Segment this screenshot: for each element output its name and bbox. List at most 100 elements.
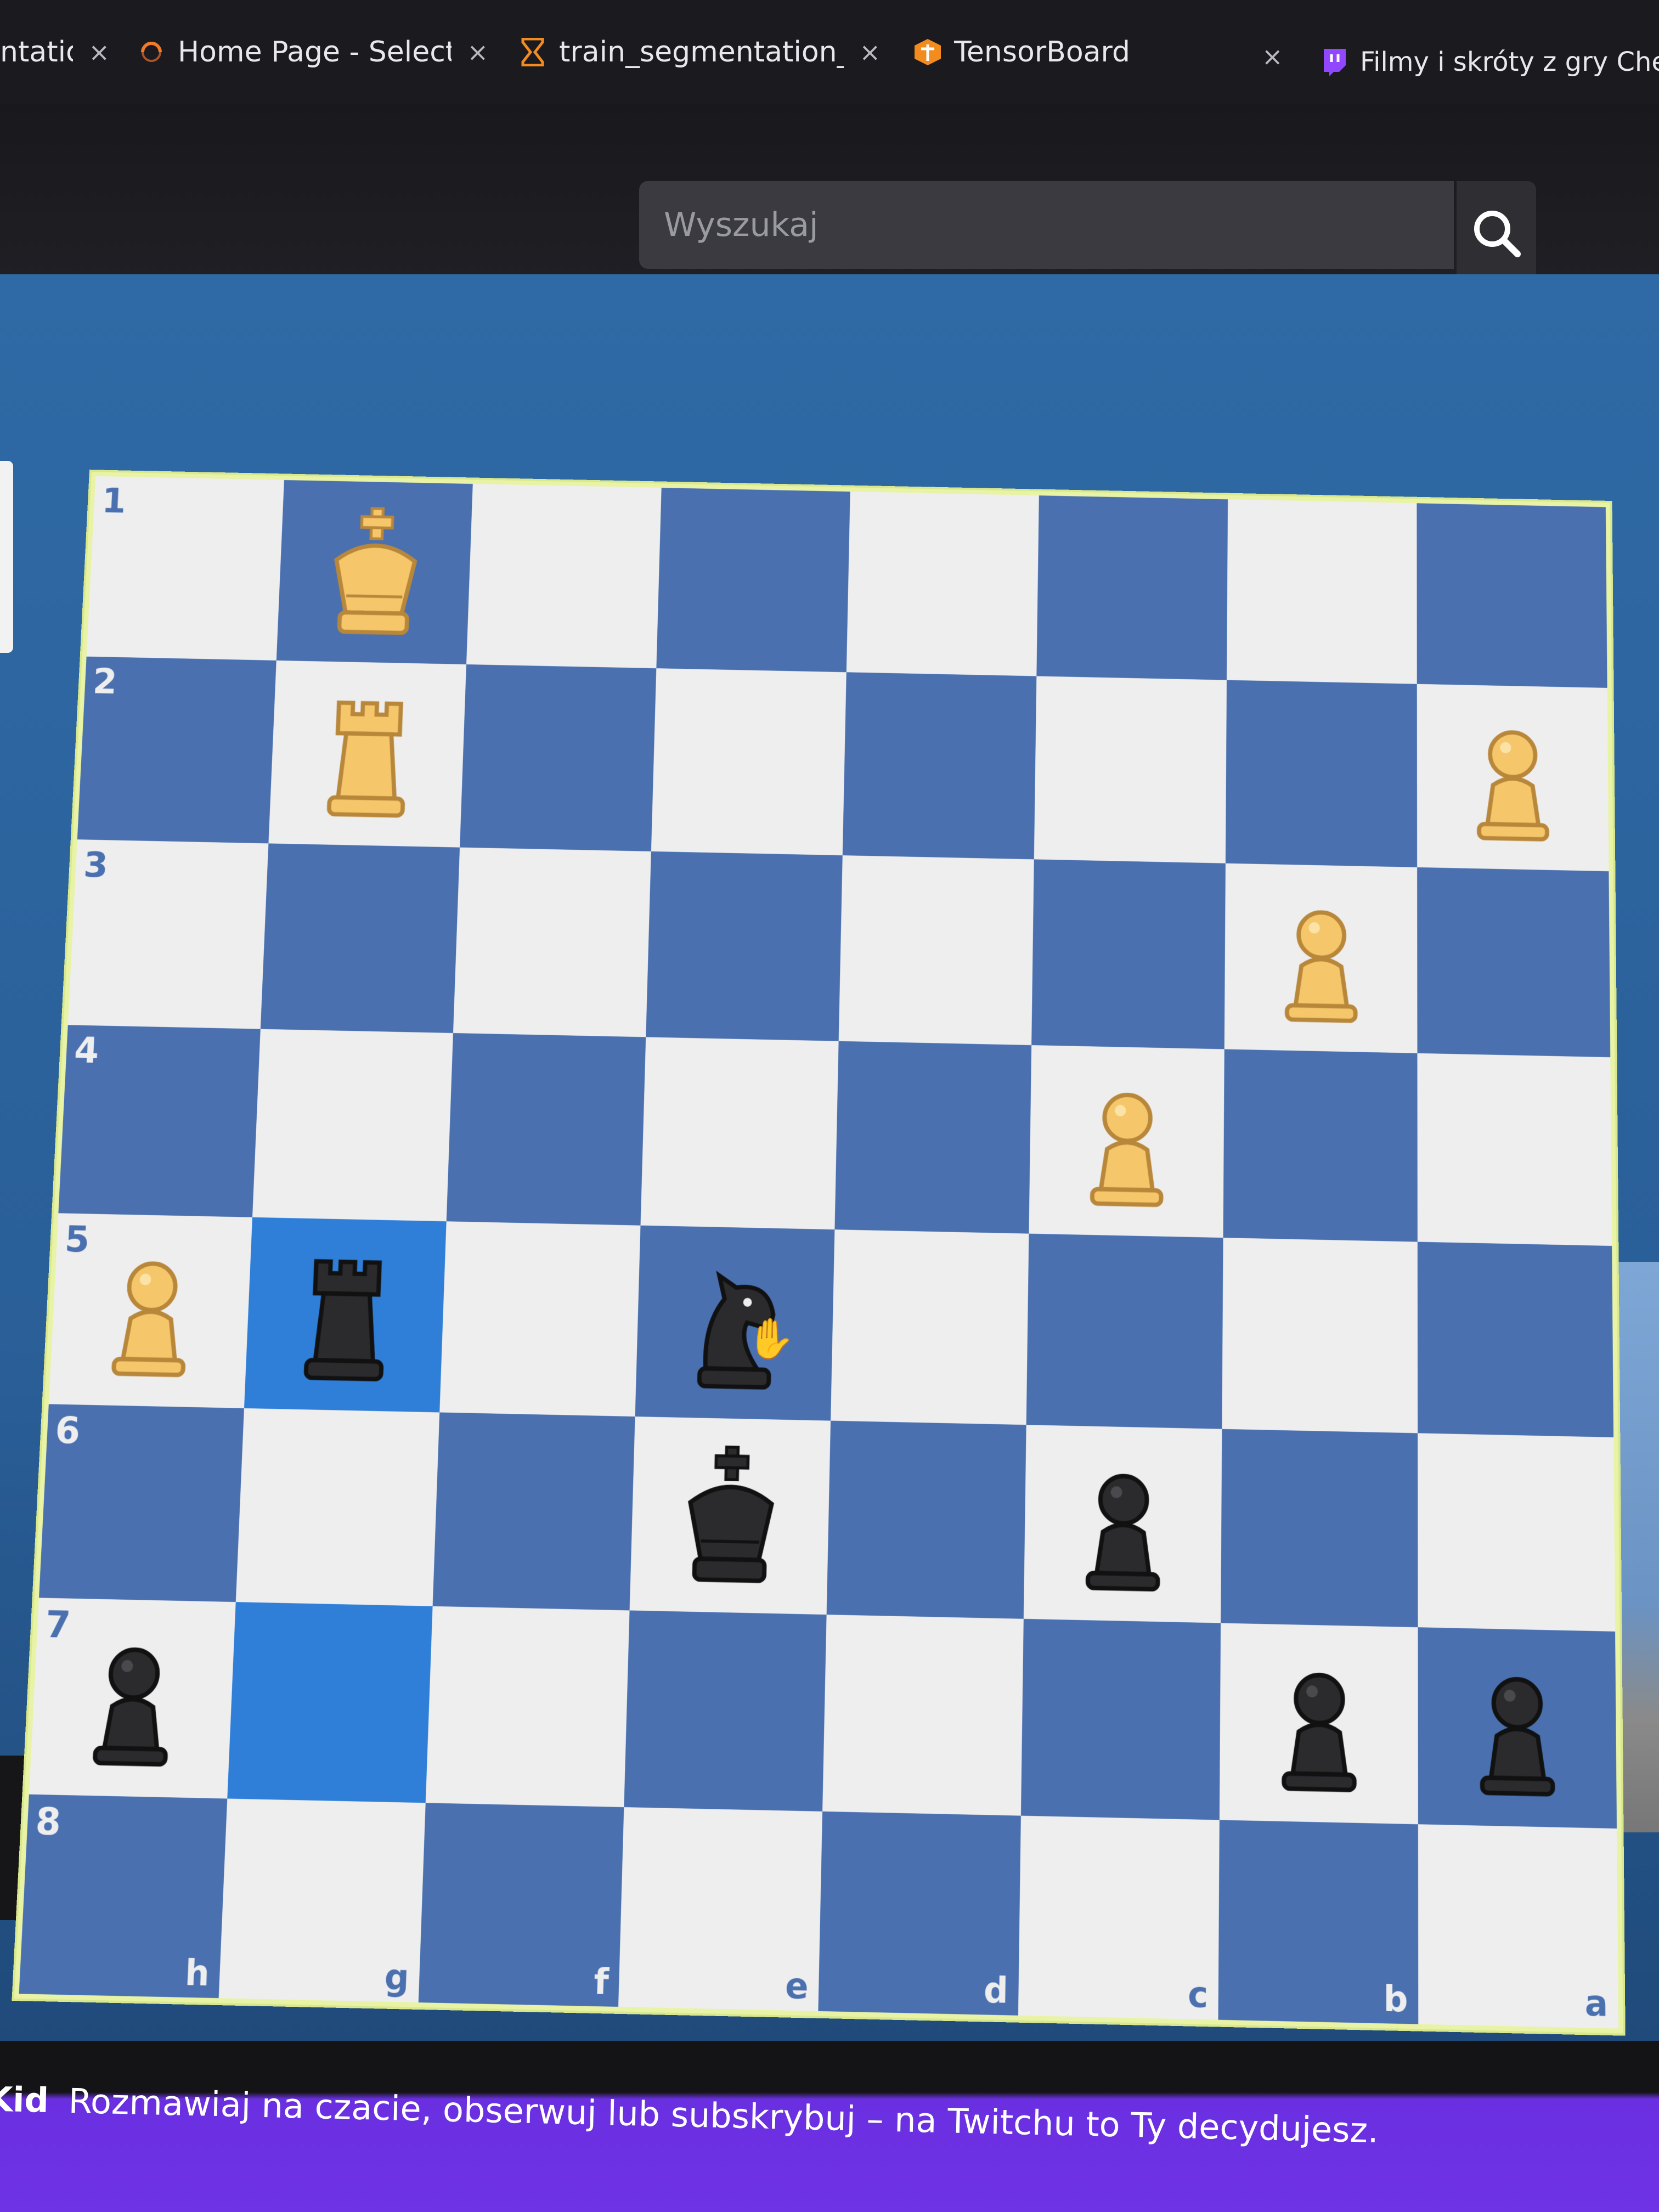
square-e6[interactable] — [629, 1417, 831, 1615]
square-c4[interactable] — [1029, 1045, 1224, 1238]
black-pawn-icon[interactable] — [1220, 1623, 1418, 1824]
square-a1[interactable] — [1417, 503, 1607, 688]
square-h1[interactable]: 1 — [86, 476, 284, 661]
white-king-icon[interactable] — [276, 480, 473, 664]
square-e5[interactable]: ✋ — [635, 1225, 835, 1421]
square-a6[interactable] — [1418, 1433, 1616, 1632]
search-input[interactable]: Wyszukaj — [639, 181, 1454, 269]
square-b5[interactable] — [1222, 1238, 1418, 1434]
square-d2[interactable] — [842, 672, 1037, 860]
square-h5[interactable]: 5 — [48, 1213, 252, 1408]
square-c3[interactable] — [1031, 859, 1226, 1049]
square-b3[interactable] — [1224, 863, 1418, 1053]
square-c5[interactable] — [1026, 1233, 1223, 1429]
square-d6[interactable] — [826, 1420, 1026, 1619]
square-f1[interactable] — [466, 484, 662, 669]
rank-label: 1 — [100, 481, 127, 521]
search-button[interactable] — [1457, 181, 1536, 285]
rank-label: 2 — [92, 662, 119, 702]
twitch-icon — [1319, 48, 1348, 76]
tab-0[interactable]: ntatio × — [0, 22, 110, 82]
square-b7[interactable] — [1219, 1623, 1418, 1825]
square-b4[interactable] — [1223, 1049, 1418, 1242]
square-g8[interactable]: g — [218, 1798, 426, 2003]
tab-3[interactable]: TensorBoard — [913, 22, 1308, 82]
square-b8[interactable]: b — [1218, 1820, 1419, 2024]
square-g5[interactable] — [244, 1217, 447, 1413]
square-h8[interactable]: 8h — [19, 1794, 228, 1999]
white-pawn-icon[interactable] — [1417, 684, 1609, 871]
square-f8[interactable]: f — [418, 1803, 624, 2007]
square-b1[interactable] — [1227, 499, 1417, 684]
square-e4[interactable] — [640, 1037, 839, 1230]
square-d7[interactable] — [822, 1615, 1024, 1816]
square-f3[interactable] — [453, 847, 651, 1037]
loading-icon — [137, 38, 166, 66]
square-a2[interactable] — [1417, 684, 1609, 872]
tab-2[interactable]: train_segmentation_mo × — [518, 22, 881, 82]
tab-3-close[interactable]: × — [1262, 26, 1295, 87]
square-f2[interactable] — [460, 664, 657, 851]
square-d1[interactable] — [846, 492, 1039, 676]
square-h2[interactable]: 2 — [77, 656, 276, 844]
square-f6[interactable] — [432, 1412, 635, 1611]
square-g3[interactable] — [260, 843, 460, 1034]
square-a8[interactable]: a — [1418, 1824, 1619, 2029]
square-c8[interactable]: c — [1018, 1815, 1220, 2020]
white-pawn-icon[interactable] — [1029, 1045, 1224, 1238]
square-b2[interactable] — [1225, 680, 1418, 867]
square-g4[interactable] — [252, 1029, 453, 1222]
chessboard[interactable]: 1 2 3 4 5 ✋ 6 7 8 h g f e d c b a — [14, 472, 1623, 2034]
square-g6[interactable] — [235, 1408, 440, 1606]
file-label: e — [785, 1965, 809, 2007]
black-pawn-icon[interactable] — [1024, 1425, 1222, 1623]
square-h3[interactable]: 3 — [67, 839, 269, 1029]
tab-1[interactable]: Home Page - Select or cr × — [137, 22, 488, 82]
browser-tab-strip: ntatio × Home Page - Select or cr × trai… — [0, 0, 1659, 104]
black-knight-icon[interactable]: ✋ — [635, 1226, 835, 1421]
square-e2[interactable] — [651, 668, 847, 856]
square-h7[interactable]: 7 — [29, 1598, 236, 1799]
square-h4[interactable]: 4 — [58, 1025, 261, 1217]
file-label: d — [983, 1970, 1009, 2012]
tab-close-icon[interactable]: × — [859, 37, 881, 67]
black-king-icon[interactable] — [630, 1417, 831, 1615]
side-panel-edge — [0, 461, 13, 653]
square-a5[interactable] — [1417, 1242, 1614, 1437]
square-g1[interactable] — [276, 479, 473, 665]
square-g2[interactable] — [268, 660, 467, 848]
square-f5[interactable] — [439, 1221, 641, 1417]
tab-close-icon[interactable]: × — [88, 37, 110, 67]
square-f7[interactable] — [425, 1606, 630, 1808]
tab-4[interactable]: Filmy i skróty z gry Ches — [1319, 32, 1659, 92]
square-d5[interactable] — [831, 1229, 1029, 1425]
white-pawn-icon[interactable] — [1224, 864, 1418, 1053]
tab-title: Filmy i skróty z gry Ches — [1360, 47, 1659, 77]
square-c1[interactable] — [1036, 495, 1228, 680]
square-e1[interactable] — [656, 488, 850, 673]
tab-close-icon[interactable]: × — [467, 37, 488, 67]
file-label: g — [383, 1956, 410, 1999]
square-c6[interactable] — [1023, 1425, 1222, 1623]
square-e8[interactable]: e — [618, 1807, 823, 2011]
square-a3[interactable] — [1417, 867, 1611, 1058]
tab-close-icon[interactable]: × — [1262, 42, 1283, 71]
square-c2[interactable] — [1034, 676, 1227, 864]
white-rook-icon[interactable] — [268, 661, 466, 848]
square-e7[interactable] — [624, 1610, 827, 1812]
square-g7[interactable] — [227, 1602, 433, 1803]
square-d3[interactable] — [838, 855, 1034, 1046]
square-h6[interactable]: 6 — [39, 1404, 244, 1602]
square-f4[interactable] — [446, 1033, 646, 1226]
black-pawn-icon[interactable] — [29, 1598, 236, 1798]
black-pawn-icon[interactable] — [1418, 1627, 1617, 1829]
square-b6[interactable] — [1221, 1429, 1418, 1628]
square-d4[interactable] — [834, 1041, 1032, 1234]
white-pawn-icon[interactable] — [49, 1213, 252, 1408]
square-a4[interactable] — [1417, 1053, 1612, 1246]
square-a7[interactable] — [1418, 1627, 1617, 1829]
square-c7[interactable] — [1020, 1618, 1221, 1820]
square-d8[interactable]: d — [818, 1811, 1021, 2016]
square-e3[interactable] — [646, 851, 843, 1041]
black-rook-icon[interactable] — [244, 1217, 447, 1413]
